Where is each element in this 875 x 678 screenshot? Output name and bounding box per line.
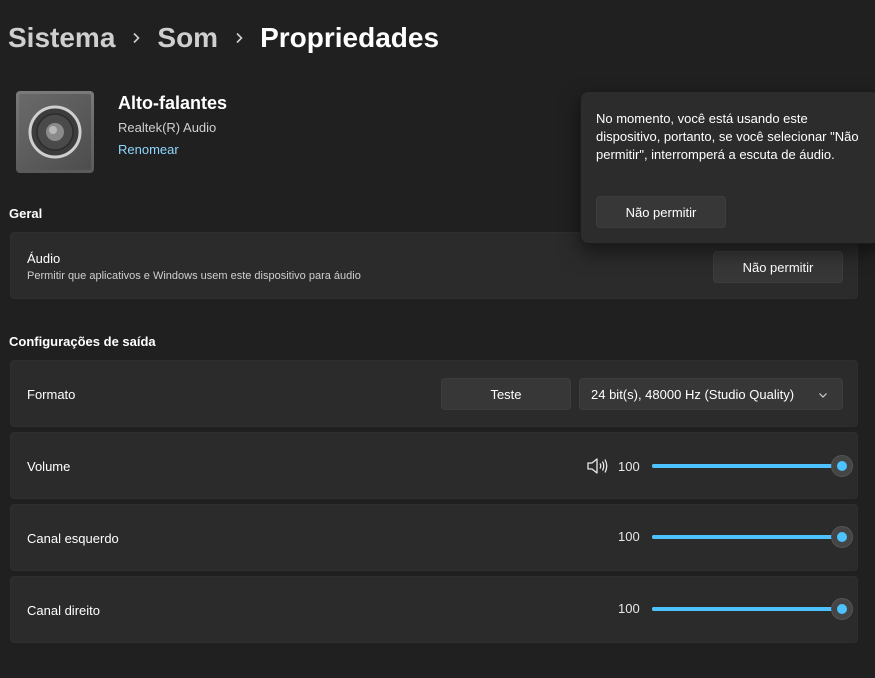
chevron-right-icon (218, 32, 260, 44)
test-button[interactable]: Teste (441, 378, 571, 410)
left-channel-slider-row: 100 (618, 525, 853, 548)
speaker-icon (16, 91, 94, 173)
volume-slider-row: 100 (586, 455, 853, 477)
section-title-general: Geral (9, 206, 43, 221)
left-channel-value: 100 (618, 529, 640, 544)
left-channel-card: Canal esquerdo 100 (10, 504, 858, 571)
chevron-right-icon (115, 32, 157, 44)
chevron-down-icon (819, 393, 827, 398)
flyout-message: No momento, você está usando este dispos… (596, 111, 859, 162)
right-channel-value: 100 (618, 601, 640, 616)
device-name: Alto-falantes (118, 93, 228, 113)
volume-slider-fill (652, 464, 842, 468)
format-label: Formato (27, 387, 76, 402)
flyout-dont-allow-button[interactable]: Não permitir (596, 196, 726, 228)
confirmation-flyout: No momento, você está usando este dispos… (580, 91, 875, 244)
left-channel-slider-thumb[interactable] (831, 525, 853, 548)
breadcrumb-item-sistema[interactable]: Sistema (8, 22, 115, 54)
device-header: Alto-falantes Realtek(R) Audio Renomear (16, 91, 227, 173)
breadcrumb-item-som[interactable]: Som (157, 22, 218, 54)
device-driver: Realtek(R) Audio (118, 120, 217, 135)
rename-link[interactable]: Renomear (118, 142, 227, 157)
right-channel-slider-row: 100 (618, 597, 853, 620)
format-card: Formato Teste 24 bit(s), 48000 Hz (Studi… (10, 360, 858, 427)
audio-label: Áudio (27, 251, 61, 266)
volume-card: Volume 100 (10, 432, 858, 499)
right-channel-slider[interactable] (652, 597, 853, 620)
right-channel-label: Canal direito (27, 603, 100, 618)
speaker-volume-icon[interactable] (586, 457, 608, 475)
volume-label: Volume (27, 459, 71, 474)
section-title-output: Configurações de saída (9, 334, 156, 349)
right-channel-slider-thumb[interactable] (831, 597, 853, 620)
left-channel-slider[interactable] (652, 525, 853, 548)
left-channel-slider-fill (652, 534, 842, 539)
right-channel-slider-fill (652, 606, 842, 611)
format-dropdown[interactable]: 24 bit(s), 48000 Hz (Studio Quality) (579, 378, 843, 410)
volume-slider[interactable] (652, 455, 853, 477)
right-channel-card: Canal direito 100 (10, 576, 858, 643)
audio-description: Permitir que aplicativos e Windows usem … (27, 270, 361, 282)
dont-allow-button[interactable]: Não permitir (713, 251, 843, 283)
format-value: 24 bit(s), 48000 Hz (Studio Quality) (591, 386, 795, 402)
breadcrumb: Sistema Som Propriedades (8, 18, 439, 58)
page-title: Propriedades (260, 22, 440, 53)
left-channel-label: Canal esquerdo (27, 531, 119, 546)
volume-value: 100 (618, 458, 640, 474)
volume-slider-thumb[interactable] (831, 455, 853, 477)
